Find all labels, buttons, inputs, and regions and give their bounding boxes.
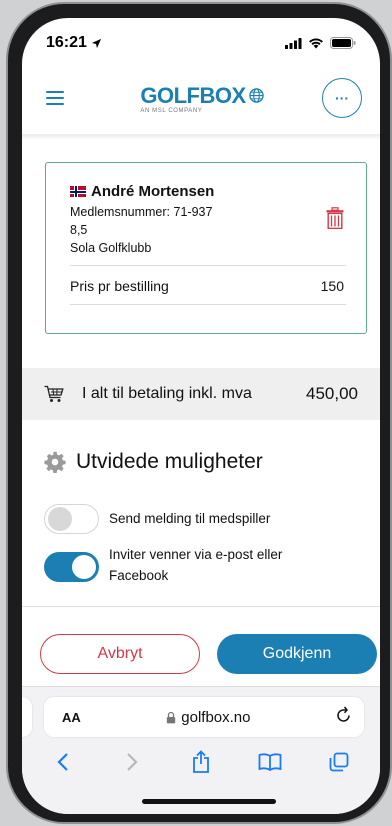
- domain-text: golfbox.no: [181, 708, 251, 726]
- card-divider: [70, 265, 346, 266]
- home-indicator[interactable]: [142, 799, 276, 804]
- url-display[interactable]: golfbox.no: [166, 708, 251, 726]
- bookmarks-icon[interactable]: [255, 747, 285, 777]
- total-label: I alt til betaling inkl. mva: [82, 385, 252, 402]
- card-divider: [70, 304, 346, 305]
- logo-subtitle: AN MSL COMPANY: [140, 107, 203, 114]
- invite-friends-row: Inviter venner via e-post eller Facebook: [44, 544, 319, 586]
- globe-icon: [248, 88, 264, 103]
- player-name: André Mortensen: [91, 183, 215, 200]
- send-message-row: Send melding til medspiller: [44, 504, 270, 534]
- norway-flag-icon: [70, 186, 86, 197]
- header-divider: [22, 134, 380, 140]
- player-name-row: André Mortensen: [70, 183, 214, 200]
- tabs-icon[interactable]: [324, 747, 354, 777]
- text-size-button[interactable]: AA: [62, 710, 81, 725]
- total-amount: 450,00: [306, 384, 358, 403]
- cellular-signal-icon: [285, 37, 302, 49]
- previous-tab-peek[interactable]: [22, 697, 32, 737]
- status-bar: 16:21: [22, 18, 380, 62]
- send-message-toggle[interactable]: [44, 504, 99, 534]
- member-number: Medlemsnummer: 71-937: [70, 205, 213, 219]
- invite-friends-toggle[interactable]: [44, 552, 99, 582]
- total-bar: I alt til betaling inkl. mva 450,00: [22, 368, 380, 420]
- club-name: Sola Golfklubb: [70, 241, 152, 255]
- address-bar[interactable]: AA golfbox.no: [44, 697, 364, 737]
- location-arrow-icon: [91, 38, 102, 48]
- confirm-button[interactable]: Godkjenn: [217, 634, 377, 674]
- forward-icon[interactable]: [117, 747, 147, 777]
- screen: 16:21 GOLFBOX AN MSL COMPANY ··· André M…: [22, 18, 380, 814]
- back-icon[interactable]: [48, 747, 78, 777]
- player-card: André Mortensen Medlemsnummer: 71-937 8,…: [45, 162, 367, 334]
- gear-icon: [44, 451, 66, 473]
- price-value: 150: [320, 278, 344, 294]
- more-button[interactable]: ···: [322, 78, 362, 118]
- wifi-icon: [309, 38, 323, 49]
- golfbox-logo[interactable]: GOLFBOX AN MSL COMPANY: [140, 82, 264, 114]
- send-message-label: Send melding til medspiller: [109, 511, 271, 526]
- price-label: Pris pr bestilling: [70, 278, 169, 294]
- menu-icon[interactable]: [46, 91, 64, 105]
- status-time: 16:21: [46, 34, 87, 51]
- browser-toolbar: AA golfbox.no: [22, 686, 380, 814]
- trash-icon[interactable]: [326, 207, 344, 234]
- app-header: GOLFBOX AN MSL COMPANY ···: [22, 62, 380, 134]
- handicap: 8,5: [70, 223, 88, 237]
- cart-icon: [44, 385, 64, 402]
- battery-icon: [330, 37, 356, 49]
- share-icon[interactable]: [186, 747, 216, 777]
- section-divider: [22, 606, 380, 607]
- more-icon: ···: [335, 90, 349, 106]
- reload-icon[interactable]: [336, 706, 352, 728]
- options-heading: Utvidede muligheter: [44, 450, 263, 474]
- cancel-button[interactable]: Avbryt: [40, 634, 200, 674]
- logo-text: GOLFBOX: [140, 82, 246, 108]
- invite-friends-label: Inviter venner via e-post eller Facebook: [109, 547, 283, 583]
- lock-icon: [167, 711, 176, 723]
- options-title: Utvidede muligheter: [76, 450, 263, 473]
- browser-nav: [22, 747, 380, 777]
- phone-frame: 16:21 GOLFBOX AN MSL COMPANY ··· André M…: [6, 2, 392, 824]
